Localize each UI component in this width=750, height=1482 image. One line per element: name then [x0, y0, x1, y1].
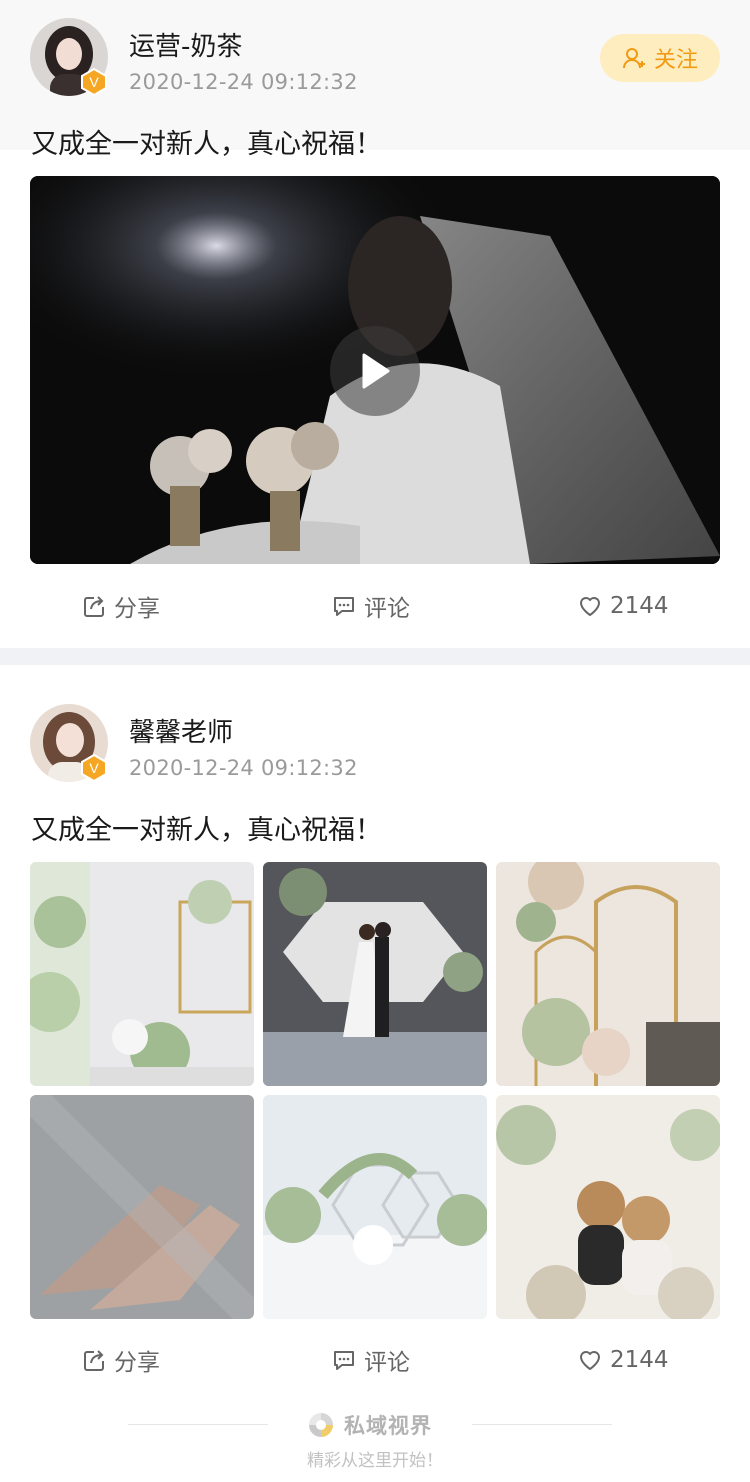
post-time: 2020-12-24 09:12:32 [129, 756, 358, 780]
play-icon [362, 353, 390, 389]
svg-text:V: V [89, 74, 99, 90]
like-button[interactable]: 2144 [578, 1330, 669, 1390]
footer-slogan: 精彩从这里开始！ [307, 1451, 443, 1471]
svg-text:V: V [89, 760, 99, 776]
brand-logo-icon [309, 1413, 333, 1437]
post-caption: 又成全一对新人，真心祝福！ [31, 129, 382, 160]
post-actions: 分享 评论 2144 [0, 576, 750, 636]
post-card: V 馨馨老师 2020-12-24 09:12:32 又成全一对新人，真心祝福！ [0, 665, 750, 1405]
post-caption: 又成全一对新人，真心祝福！ [31, 815, 382, 846]
verified-badge-icon: V [81, 754, 107, 782]
post-actions: 分享 评论 2144 [0, 1330, 750, 1390]
comment-button[interactable]: 评论 [332, 1330, 410, 1390]
post-divider [0, 648, 750, 665]
author-name[interactable]: 运营-奶茶 [129, 26, 242, 63]
like-count: 2144 [610, 593, 669, 619]
follow-label: 关注 [653, 48, 698, 73]
footer-divider-left [128, 1424, 268, 1425]
comment-label: 评论 [364, 1350, 410, 1376]
follow-button[interactable]: 关注 [600, 34, 720, 82]
grid-image-welcome-sign[interactable] [30, 862, 254, 1086]
brand-name: 私域视界 [344, 1414, 432, 1438]
image-grid [30, 862, 720, 1319]
like-count: 2144 [610, 1347, 669, 1373]
share-icon [84, 596, 104, 617]
grid-image-couple-stage[interactable] [263, 862, 487, 1086]
share-button[interactable]: 分享 [82, 576, 160, 636]
heart-icon [580, 597, 600, 616]
footer-divider-right [472, 1424, 612, 1425]
share-icon [84, 1350, 104, 1371]
comment-icon [334, 1351, 354, 1370]
grid-image-bridal-shoes[interactable] [30, 1095, 254, 1319]
share-label: 分享 [114, 596, 160, 622]
play-button[interactable] [330, 326, 420, 416]
heart-icon [580, 1351, 600, 1370]
verified-badge-icon: V [81, 68, 107, 96]
post-card: V 运营-奶茶 2020-12-24 09:12:32 关注 又成全一对新人，真… [0, 0, 750, 648]
share-label: 分享 [114, 1350, 160, 1376]
share-button[interactable]: 分享 [82, 1330, 160, 1390]
comment-icon [334, 597, 354, 616]
user-plus-icon [622, 48, 645, 69]
grid-image-gold-arch[interactable] [496, 862, 720, 1086]
grid-image-hexagon-arch[interactable] [263, 1095, 487, 1319]
footer-brand: 私域视界 [306, 1408, 432, 1442]
comment-button[interactable]: 评论 [332, 576, 410, 636]
post-time: 2020-12-24 09:12:32 [129, 70, 358, 94]
comment-label: 评论 [364, 596, 410, 622]
author-name[interactable]: 馨馨老师 [129, 712, 233, 749]
grid-image-teddy-bears[interactable] [496, 1095, 720, 1319]
like-button[interactable]: 2144 [578, 576, 669, 636]
